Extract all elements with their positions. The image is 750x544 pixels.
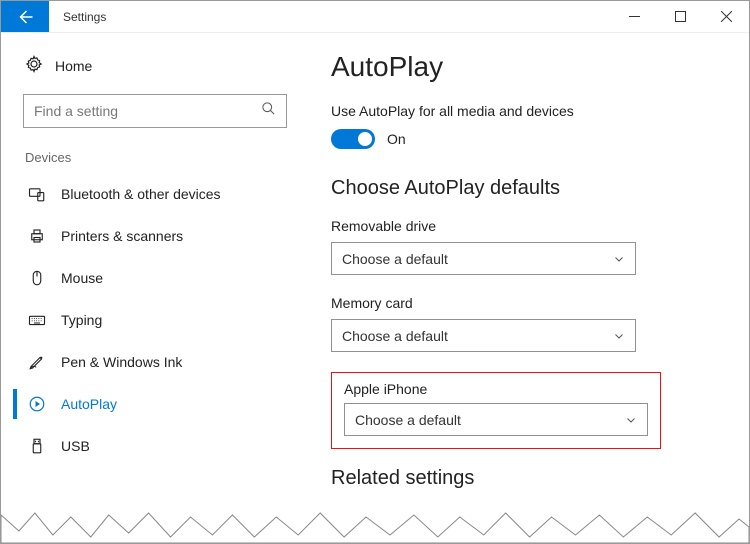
sidebar-item-typing[interactable]: Typing xyxy=(19,299,291,341)
sidebar-item-mouse[interactable]: Mouse xyxy=(19,257,291,299)
mouse-icon xyxy=(27,269,47,287)
printer-icon xyxy=(27,227,47,245)
gear-icon xyxy=(25,55,43,76)
select-value: Choose a default xyxy=(355,412,625,428)
maximize-button[interactable] xyxy=(657,1,703,32)
field-removable-drive: Removable drive Choose a default xyxy=(331,218,719,275)
usb-icon xyxy=(27,437,47,455)
titlebar: Settings xyxy=(1,1,749,33)
sidebar: Home Devices Bluetooth & other devices xyxy=(1,33,301,543)
search-box[interactable] xyxy=(23,94,287,128)
page-heading: AutoPlay xyxy=(331,51,719,83)
close-button[interactable] xyxy=(703,1,749,32)
sidebar-item-label: AutoPlay xyxy=(61,396,117,412)
related-settings-heading: Related settings xyxy=(331,467,719,490)
sidebar-item-label: Pen & Windows Ink xyxy=(61,354,182,370)
minimize-button[interactable] xyxy=(611,1,657,32)
highlighted-field: Apple iPhone Choose a default xyxy=(331,372,661,449)
sidebar-item-autoplay[interactable]: AutoPlay xyxy=(19,383,291,425)
chevron-down-icon xyxy=(613,253,625,265)
memory-card-select[interactable]: Choose a default xyxy=(331,319,636,352)
toggle-description: Use AutoPlay for all media and devices xyxy=(331,103,719,119)
search-input[interactable] xyxy=(34,103,261,119)
sidebar-nav: Bluetooth & other devices Printers & sca… xyxy=(19,173,291,467)
defaults-heading: Choose AutoPlay defaults xyxy=(331,177,719,200)
close-icon xyxy=(721,11,732,22)
sidebar-item-label: USB xyxy=(61,438,90,454)
home-link[interactable]: Home xyxy=(19,47,291,92)
sidebar-section-label: Devices xyxy=(19,150,291,173)
autoplay-toggle[interactable] xyxy=(331,129,375,149)
maximize-icon xyxy=(675,11,686,22)
window-controls xyxy=(611,1,749,32)
field-label: Memory card xyxy=(331,295,719,311)
sidebar-item-label: Typing xyxy=(61,312,102,328)
search-icon xyxy=(261,101,276,121)
sidebar-item-usb[interactable]: USB xyxy=(19,425,291,467)
sidebar-item-printers[interactable]: Printers & scanners xyxy=(19,215,291,257)
sidebar-item-bluetooth[interactable]: Bluetooth & other devices xyxy=(19,173,291,215)
apple-iphone-select[interactable]: Choose a default xyxy=(344,403,648,436)
back-button[interactable] xyxy=(1,1,49,32)
window-title: Settings xyxy=(49,1,120,32)
home-label: Home xyxy=(55,58,92,74)
field-label: Removable drive xyxy=(331,218,719,234)
autoplay-icon xyxy=(27,395,47,413)
devices-icon xyxy=(27,185,47,203)
toggle-knob xyxy=(358,132,372,146)
select-value: Choose a default xyxy=(342,251,613,267)
sidebar-item-label: Bluetooth & other devices xyxy=(61,186,221,202)
pen-icon xyxy=(27,353,47,371)
sidebar-item-label: Mouse xyxy=(61,270,103,286)
main-content: AutoPlay Use AutoPlay for all media and … xyxy=(301,33,749,543)
field-memory-card: Memory card Choose a default xyxy=(331,295,719,352)
field-label: Apple iPhone xyxy=(344,381,648,397)
keyboard-icon xyxy=(27,311,47,329)
settings-window: Settings Home xyxy=(0,0,750,544)
select-value: Choose a default xyxy=(342,328,613,344)
arrow-left-icon xyxy=(16,8,34,26)
removable-drive-select[interactable]: Choose a default xyxy=(331,242,636,275)
minimize-icon xyxy=(629,11,640,22)
toggle-state-label: On xyxy=(387,131,406,147)
sidebar-item-pen[interactable]: Pen & Windows Ink xyxy=(19,341,291,383)
sidebar-item-label: Printers & scanners xyxy=(61,228,183,244)
chevron-down-icon xyxy=(625,414,637,426)
chevron-down-icon xyxy=(613,330,625,342)
